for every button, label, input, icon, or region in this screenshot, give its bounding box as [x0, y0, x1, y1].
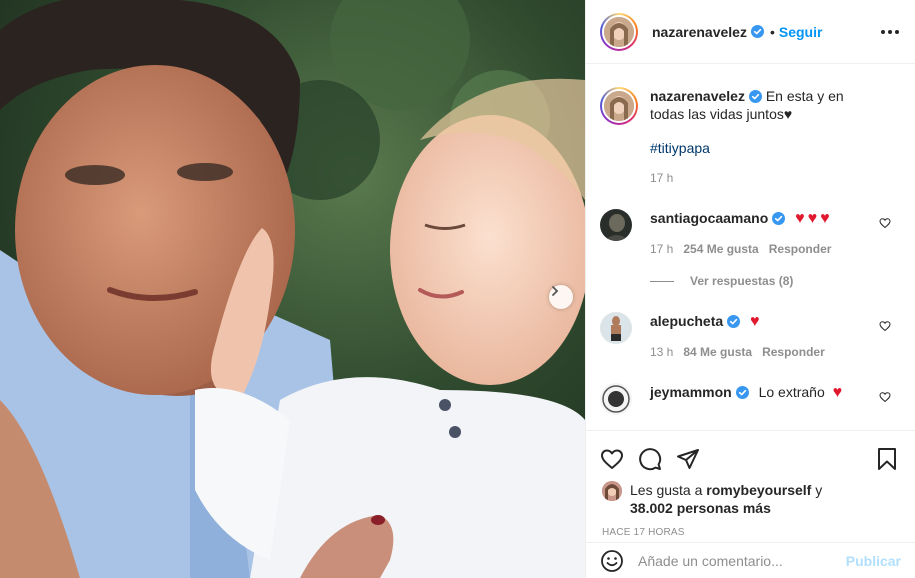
comment-item: santiagocaamano ♥ ♥ ♥ 17 h 254 Me gusta Re…	[600, 209, 899, 258]
photo-illustration	[0, 0, 585, 578]
post-side-panel: nazarenavelez • Seguir nazarenavelez En …	[585, 0, 915, 578]
verified-badge-icon	[750, 25, 764, 38]
likes-summary: Les gusta a romybeyourself y 38.002 pers…	[586, 479, 915, 517]
chevron-right-icon	[552, 286, 559, 296]
avatar-image	[604, 91, 634, 121]
commenter-avatar[interactable]	[600, 383, 632, 415]
post-caption: nazarenavelez En esta y en todas las vid…	[600, 69, 899, 187]
more-options-button[interactable]	[881, 29, 899, 34]
commenter-username[interactable]: jeymammon	[650, 384, 732, 400]
next-photo-button[interactable]	[549, 285, 573, 309]
comment-text: Lo extraño	[758, 384, 825, 400]
reply-button[interactable]: Responder	[762, 343, 825, 361]
comment-time[interactable]: 13 h	[650, 343, 673, 361]
avatar-image	[600, 383, 632, 415]
verified-badge-icon	[772, 212, 786, 225]
avatar-image	[600, 312, 632, 344]
avatar-image	[602, 481, 622, 501]
red-heart-emoji-icon: ♥	[820, 210, 830, 227]
ellipsis-icon-dot	[888, 29, 892, 34]
red-heart-emoji-icon: ♥	[807, 210, 818, 227]
avatar-image	[604, 16, 634, 47]
red-heart-emoji-icon: ♥	[795, 210, 805, 227]
comment-item: jeymammon Lo extraño ♥	[600, 383, 899, 415]
verified-badge-icon	[748, 90, 762, 103]
post-header: nazarenavelez • Seguir	[586, 0, 915, 64]
caption-time[interactable]: 17 h	[650, 169, 870, 187]
likes-text: Les gusta a romybeyourself y 38.002 pers…	[630, 481, 822, 517]
caption-avatar[interactable]	[600, 87, 638, 125]
avatar-image	[600, 209, 632, 241]
verified-badge-icon	[735, 386, 749, 399]
heart-icon[interactable]	[879, 391, 891, 403]
caption-username[interactable]: nazarenavelez	[650, 88, 745, 104]
likes-others-count[interactable]: 38.002 personas más	[630, 500, 771, 516]
replies-divider	[650, 280, 674, 282]
red-heart-emoji-icon: ♥	[832, 384, 843, 401]
smiley-icon[interactable]	[600, 549, 624, 573]
likes-prefix: Les gusta a	[630, 482, 703, 498]
ellipsis-icon-dot	[881, 29, 885, 34]
post-photo[interactable]	[0, 0, 585, 578]
verified-badge-icon	[727, 315, 741, 328]
comment-input[interactable]: Añade un comentario...	[638, 553, 846, 569]
paper-plane-icon[interactable]	[676, 447, 700, 471]
heart-icon[interactable]	[879, 320, 891, 332]
comment-icon[interactable]	[638, 447, 662, 471]
comment-likes[interactable]: 84 Me gusta	[683, 343, 752, 361]
comment-likes[interactable]: 254 Me gusta	[683, 240, 758, 258]
caption-hashtag[interactable]: #titiypapa	[650, 139, 870, 157]
comments-list[interactable]: nazarenavelez En esta y en todas las vid…	[586, 69, 915, 429]
author-avatar[interactable]	[600, 12, 638, 51]
separator-dot: •	[769, 23, 775, 40]
follow-button[interactable]: Seguir	[779, 24, 823, 40]
author-username[interactable]: nazarenavelez	[652, 24, 747, 40]
publish-button[interactable]: Publicar	[846, 553, 901, 569]
commenter-avatar[interactable]	[600, 209, 632, 241]
heart-icon[interactable]	[600, 447, 624, 471]
heart-icon[interactable]	[879, 217, 891, 229]
view-replies-button[interactable]: Ver respuestas (8)	[650, 274, 899, 288]
post-footer: Les gusta a romybeyourself y 38.002 pers…	[586, 430, 915, 538]
post-timestamp[interactable]: Hace 17 horas	[586, 517, 915, 538]
commenter-avatar[interactable]	[600, 312, 632, 344]
likes-connector: y	[815, 482, 823, 498]
ellipsis-icon-dot	[895, 29, 899, 34]
action-bar	[586, 431, 915, 479]
commenter-username[interactable]: santiagocaamano	[650, 210, 768, 226]
bookmark-icon[interactable]	[875, 447, 899, 471]
liker-username[interactable]: romybeyourself	[706, 482, 811, 498]
view-replies-label: Ver respuestas (8)	[690, 274, 794, 288]
liker-avatar[interactable]	[602, 481, 622, 501]
reply-button[interactable]: Responder	[769, 240, 832, 258]
broken-heart-emoji-icon: ♥	[750, 313, 760, 330]
add-comment-bar: Añade un comentario... Publicar	[586, 542, 915, 578]
comment-time[interactable]: 17 h	[650, 240, 673, 258]
commenter-username[interactable]: alepucheta	[650, 313, 723, 329]
comment-item: alepucheta ♥ 13 h 84 Me gusta Responder	[600, 312, 899, 361]
